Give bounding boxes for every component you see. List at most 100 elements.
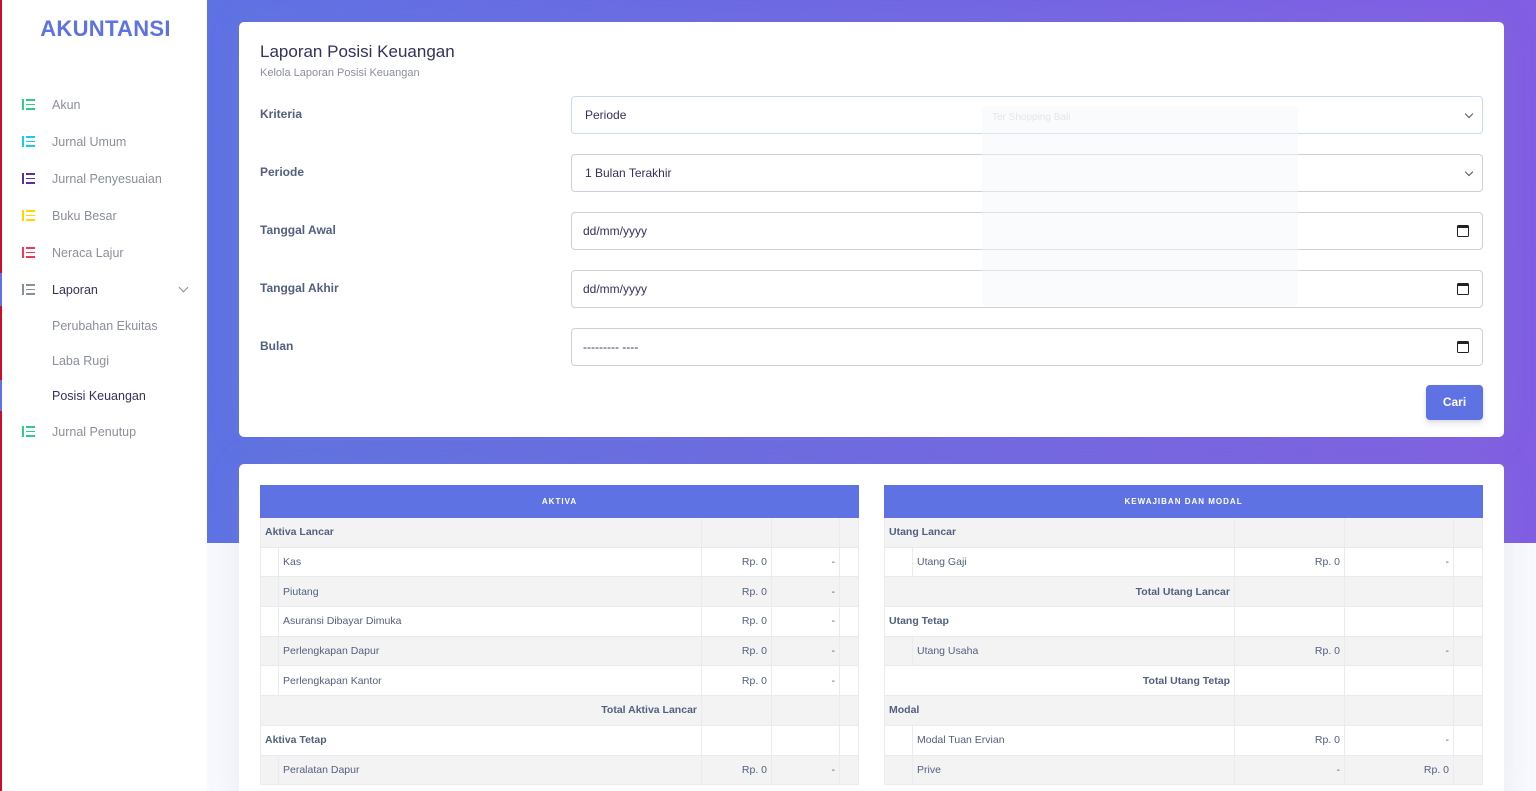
sidebar-item-akun[interactable]: Akun — [2, 86, 207, 123]
sidebar-item-label: Jurnal Penyesuaian — [52, 171, 162, 186]
kriteria-label: Kriteria — [260, 107, 303, 121]
account-name: Perlengkapan Kantor — [278, 665, 702, 697]
bulan-label: Bulan — [260, 339, 294, 353]
account-name: Kas — [278, 546, 702, 578]
empty-cell — [771, 517, 840, 548]
amount-cell: Rp. 0 — [1234, 546, 1345, 578]
aktiva-body: Aktiva Lancar Kas Rp. 0- Piutang Rp. 0- Asura… — [260, 517, 860, 786]
tanggal-akhir-value: dd/mm/yyyy — [583, 282, 648, 296]
empty-cell — [1452, 546, 1484, 578]
indent-cell — [884, 546, 913, 578]
indent-cell — [260, 606, 279, 637]
calendar-icon[interactable] — [1457, 283, 1469, 295]
aktiva-header: AKTIVA — [259, 485, 860, 518]
periode-label: Periode — [260, 165, 305, 179]
sidebar-item-label: Laporan — [52, 282, 98, 297]
brand-logo[interactable]: AKUNTANSI — [2, 16, 209, 42]
empty-cell — [838, 754, 860, 786]
sidebar-item-buku-besar[interactable]: Buku Besar — [2, 197, 207, 234]
table-row: Total Utang Lancar — [884, 576, 1484, 608]
sidebar-item-label: Jurnal Penutup — [52, 424, 137, 439]
empty-cell — [1452, 665, 1484, 697]
table-row: Kas Rp. 0- — [260, 546, 860, 578]
empty-cell — [838, 695, 860, 726]
empty-cell — [1234, 576, 1345, 608]
report-card: AKTIVA Aktiva Lancar Kas Rp. 0- Piutang Rp. … — [239, 464, 1504, 791]
table-row: Modal Tuan Ervian Rp. 0- — [884, 724, 1484, 756]
other-amount-cell: - — [1344, 724, 1454, 756]
table-row: Piutang Rp. 0- — [260, 576, 860, 608]
sidebar-item-label: Buku Besar — [52, 208, 117, 223]
section-label: Aktiva Tetap — [260, 724, 702, 756]
empty-cell — [1234, 517, 1345, 548]
empty-cell — [771, 724, 840, 756]
indent-cell — [260, 576, 279, 608]
sidebar-item-jurnal-umum[interactable]: Jurnal Umum — [2, 123, 207, 160]
search-button[interactable]: Cari — [1426, 385, 1483, 420]
periode-row: Periode 1 Bulan Terakhir — [239, 154, 1504, 192]
empty-cell — [1344, 665, 1454, 697]
indent-cell — [884, 754, 913, 786]
tanggal-awal-label: Tanggal Awal — [260, 223, 336, 237]
sidebar-item-laporan[interactable]: Laporan — [0, 271, 207, 308]
empty-cell — [838, 546, 860, 578]
tanggal-awal-row: Tanggal Awal dd/mm/yyyy — [239, 212, 1504, 250]
table-row: Total Utang Tetap — [884, 665, 1484, 697]
sidebar: AKUNTANSI Akun Jurnal Umum Jurnal Penyes… — [0, 0, 207, 791]
other-amount-cell: - — [771, 635, 840, 667]
sidebar-item-label: Akun — [52, 97, 81, 112]
tanggal-akhir-label: Tanggal Akhir — [260, 281, 339, 295]
total-label: Total Aktiva Lancar — [260, 695, 702, 726]
section-label: Utang Lancar — [884, 517, 1235, 548]
empty-cell — [701, 695, 772, 726]
empty-cell — [1452, 635, 1484, 667]
calendar-icon[interactable] — [1457, 341, 1469, 353]
table-row: Perlengkapan Dapur Rp. 0- — [260, 635, 860, 667]
bulan-input[interactable]: --------- ---- — [571, 328, 1483, 366]
indent-cell — [260, 754, 279, 786]
filter-card: Laporan Posisi Keuangan Kelola Laporan P… — [239, 22, 1504, 437]
empty-cell — [838, 606, 860, 637]
table-row: Total Aktiva Lancar — [260, 695, 860, 726]
table-row: Aktiva Lancar — [260, 517, 860, 548]
account-name: Piutang — [278, 576, 702, 608]
sidebar-item-jurnal-penutup[interactable]: Jurnal Penutup — [2, 413, 207, 450]
table-row: Utang Lancar — [884, 517, 1484, 548]
amount-cell: Rp. 0 — [701, 576, 772, 608]
empty-cell — [1452, 576, 1484, 608]
chevron-down-icon — [178, 282, 189, 293]
other-amount-cell: - — [1344, 635, 1454, 667]
calendar-icon[interactable] — [1457, 225, 1469, 237]
tanggal-awal-value: dd/mm/yyyy — [583, 224, 648, 238]
amount-cell: Rp. 0 — [701, 546, 772, 578]
indent-cell — [884, 635, 913, 667]
empty-cell — [1344, 606, 1454, 637]
other-amount-cell: - — [771, 665, 840, 697]
sidebar-subitem-perubahan-ekuitas[interactable]: Perubahan Ekuitas — [2, 308, 207, 343]
empty-cell — [701, 724, 772, 756]
table-row: Perlengkapan Kantor Rp. 0- — [260, 665, 860, 697]
sidebar-subitem-posisi-keuangan[interactable]: Posisi Keuangan — [0, 378, 207, 413]
section-label: Modal — [884, 695, 1235, 726]
account-name: Modal Tuan Ervian — [912, 724, 1235, 756]
sidebar-subitem-laba-rugi[interactable]: Laba Rugi — [2, 343, 207, 378]
sidebar-item-neraca-lajur[interactable]: Neraca Lajur — [2, 234, 207, 271]
periode-value: 1 Bulan Terakhir — [585, 166, 672, 180]
other-amount-cell: - — [771, 754, 840, 786]
empty-cell — [1234, 695, 1345, 726]
account-name: Asuransi Dibayar Dimuka — [278, 606, 702, 637]
empty-cell — [838, 724, 860, 756]
empty-cell — [1452, 695, 1484, 726]
total-label: Total Utang Tetap — [884, 665, 1235, 697]
sidebar-item-jurnal-penyesuaian[interactable]: Jurnal Penyesuaian — [2, 160, 207, 197]
kewajiban-body: Utang Lancar Utang Gaji Rp. 0- Total Utang … — [884, 517, 1484, 786]
empty-cell — [1452, 606, 1484, 637]
table-row: Asuransi Dibayar Dimuka Rp. 0- — [260, 606, 860, 637]
other-amount-cell: - — [771, 546, 840, 578]
amount-cell: - — [1234, 754, 1345, 786]
account-name: Utang Gaji — [912, 546, 1235, 578]
page-subtitle: Kelola Laporan Posisi Keuangan — [260, 67, 420, 79]
empty-cell — [1452, 754, 1484, 786]
amount-cell: Rp. 0 — [1234, 724, 1345, 756]
empty-cell — [1344, 517, 1454, 548]
